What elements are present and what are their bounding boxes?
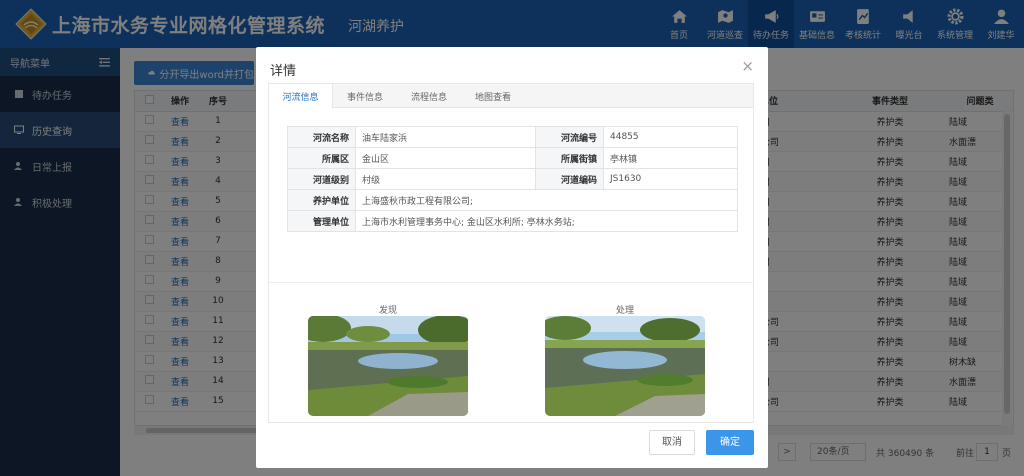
code-value: JS1630 bbox=[603, 168, 738, 190]
tab-map-view[interactable]: 地图查看 bbox=[461, 84, 525, 108]
tab-process-info[interactable]: 流程信息 bbox=[397, 84, 461, 108]
district-value: 金山区 bbox=[355, 147, 536, 169]
river-photo-found bbox=[308, 316, 468, 416]
river-info-table: 河流名称 油车陆家浜 河流编号 44855 所属区 金山区 所属街镇 亭林镇 河… bbox=[287, 126, 738, 232]
river-no-label: 河流编号 bbox=[535, 126, 604, 148]
street-label: 所属街镇 bbox=[535, 147, 604, 169]
river-no-value: 44855 bbox=[603, 126, 738, 148]
maint-unit-label: 养护单位 bbox=[287, 189, 356, 211]
tab-river-info[interactable]: 河流信息 bbox=[269, 84, 333, 108]
detail-panel: 河流信息 事件信息 流程信息 地图查看 河流名称 油车陆家浜 河流编号 4485… bbox=[268, 83, 754, 423]
confirm-button[interactable]: 确定 bbox=[706, 430, 754, 455]
mgmt-unit-value: 上海市水利管理事务中心; 金山区水利所; 亭林水务站; bbox=[355, 210, 738, 232]
divider bbox=[269, 282, 753, 283]
dialog-title: 详情 bbox=[270, 64, 297, 79]
district-label: 所属区 bbox=[287, 147, 356, 169]
river-name-label: 河流名称 bbox=[287, 126, 356, 148]
level-label: 河道级别 bbox=[287, 168, 356, 190]
handled-photo[interactable] bbox=[545, 316, 705, 416]
tab-event-info[interactable]: 事件信息 bbox=[333, 84, 397, 108]
level-value: 村级 bbox=[355, 168, 536, 190]
river-name-value: 油车陆家浜 bbox=[355, 126, 536, 148]
maint-unit-value: 上海盛秋市政工程有限公司; bbox=[355, 189, 738, 211]
close-icon[interactable]: × bbox=[741, 57, 754, 75]
found-caption: 发现 bbox=[378, 306, 397, 316]
code-label: 河道编码 bbox=[535, 168, 604, 190]
street-value: 亭林镇 bbox=[603, 147, 738, 169]
mgmt-unit-label: 管理单位 bbox=[287, 210, 356, 232]
cancel-button[interactable]: 取消 bbox=[649, 430, 695, 455]
detail-dialog: 详情 × 河流信息 事件信息 流程信息 地图查看 河流名称 油车陆家浜 河流编号… bbox=[256, 47, 768, 468]
found-photo[interactable] bbox=[308, 316, 468, 416]
river-photo-handled bbox=[545, 316, 705, 416]
detail-tabs: 河流信息 事件信息 流程信息 地图查看 bbox=[269, 84, 753, 108]
handled-caption: 处理 bbox=[615, 306, 634, 316]
